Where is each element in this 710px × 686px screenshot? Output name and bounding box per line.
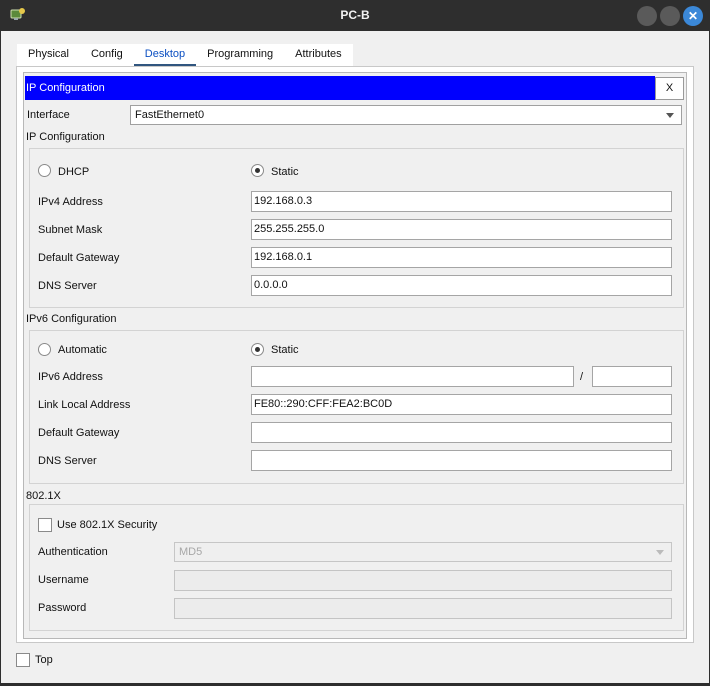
top-checkbox[interactable] <box>16 653 30 667</box>
chevron-down-icon <box>656 550 664 555</box>
use-8021x-checkbox[interactable] <box>38 518 52 532</box>
ipv6-prefix-field[interactable] <box>592 366 672 387</box>
window-close-button[interactable]: ✕ <box>683 6 703 26</box>
link-local-label: Link Local Address <box>38 399 131 411</box>
panel-close-button[interactable]: X <box>655 77 684 100</box>
ipv6-address-field[interactable] <box>251 366 574 387</box>
username-field[interactable] <box>174 570 672 591</box>
ipv4-address-field[interactable]: 192.168.0.3 <box>251 191 672 212</box>
packet-tracer-pc-icon <box>10 8 25 20</box>
window-border-left <box>0 31 1 686</box>
ipv6-address-label: IPv6 Address <box>38 371 103 383</box>
authentication-select[interactable]: MD5 <box>174 542 672 562</box>
use-8021x-label: Use 802.1X Security <box>57 519 158 531</box>
top-label: Top <box>35 654 53 666</box>
ipv6-dns-label: DNS Server <box>38 455 97 467</box>
tab-attributes[interactable]: Attributes <box>284 44 352 66</box>
tab-programming[interactable]: Programming <box>196 44 284 66</box>
window-title: PC-B <box>340 8 370 22</box>
authentication-label: Authentication <box>38 546 108 558</box>
minimize-button[interactable] <box>637 6 657 26</box>
ipv6-static-radio[interactable] <box>251 343 264 356</box>
interface-select[interactable]: FastEthernet0 <box>130 105 682 125</box>
tab-desktop[interactable]: Desktop <box>133 44 197 66</box>
ipv6-gateway-label: Default Gateway <box>38 427 120 439</box>
dot1x-section-title: 802.1X <box>26 490 61 502</box>
ipv4-address-label: IPv4 Address <box>38 196 103 208</box>
ipv4-gateway-field[interactable]: 192.168.0.1 <box>251 247 672 268</box>
close-icon: ✕ <box>687 9 699 23</box>
automatic-radio[interactable] <box>38 343 51 356</box>
tab-bar: Physical Config Desktop Programming Attr… <box>17 44 353 66</box>
prefix-separator: / <box>580 371 584 383</box>
ipv4-section-title: IP Configuration <box>26 131 105 143</box>
panel-header: IP Configuration <box>25 76 655 100</box>
automatic-label: Automatic <box>58 344 107 356</box>
interface-value: FastEthernet0 <box>135 109 205 121</box>
ipv4-dns-field[interactable]: 0.0.0.0 <box>251 275 672 296</box>
ipv6-gateway-field[interactable] <box>251 422 672 443</box>
ipv4-static-label: Static <box>271 166 299 178</box>
password-label: Password <box>38 602 87 614</box>
password-field[interactable] <box>174 598 672 619</box>
ipv4-dns-label: DNS Server <box>38 280 97 292</box>
ipv4-gateway-label: Default Gateway <box>38 252 120 264</box>
username-label: Username <box>38 574 89 586</box>
interface-label: Interface <box>27 109 70 121</box>
link-local-field[interactable]: FE80::290:CFF:FEA2:BC0D <box>251 394 672 415</box>
subnet-mask-field[interactable]: 255.255.255.0 <box>251 219 672 240</box>
dhcp-radio[interactable] <box>38 164 51 177</box>
tab-physical[interactable]: Physical <box>17 44 80 66</box>
dhcp-label: DHCP <box>58 166 90 178</box>
ipv6-dns-field[interactable] <box>251 450 672 471</box>
ipv4-static-radio[interactable] <box>251 164 264 177</box>
tab-config[interactable]: Config <box>80 44 134 66</box>
ipv6-section-title: IPv6 Configuration <box>26 313 117 325</box>
subnet-mask-label: Subnet Mask <box>38 224 103 236</box>
chevron-down-icon <box>666 113 674 118</box>
authentication-value: MD5 <box>179 546 203 558</box>
ipv6-static-label: Static <box>271 344 299 356</box>
maximize-button[interactable] <box>660 6 680 26</box>
